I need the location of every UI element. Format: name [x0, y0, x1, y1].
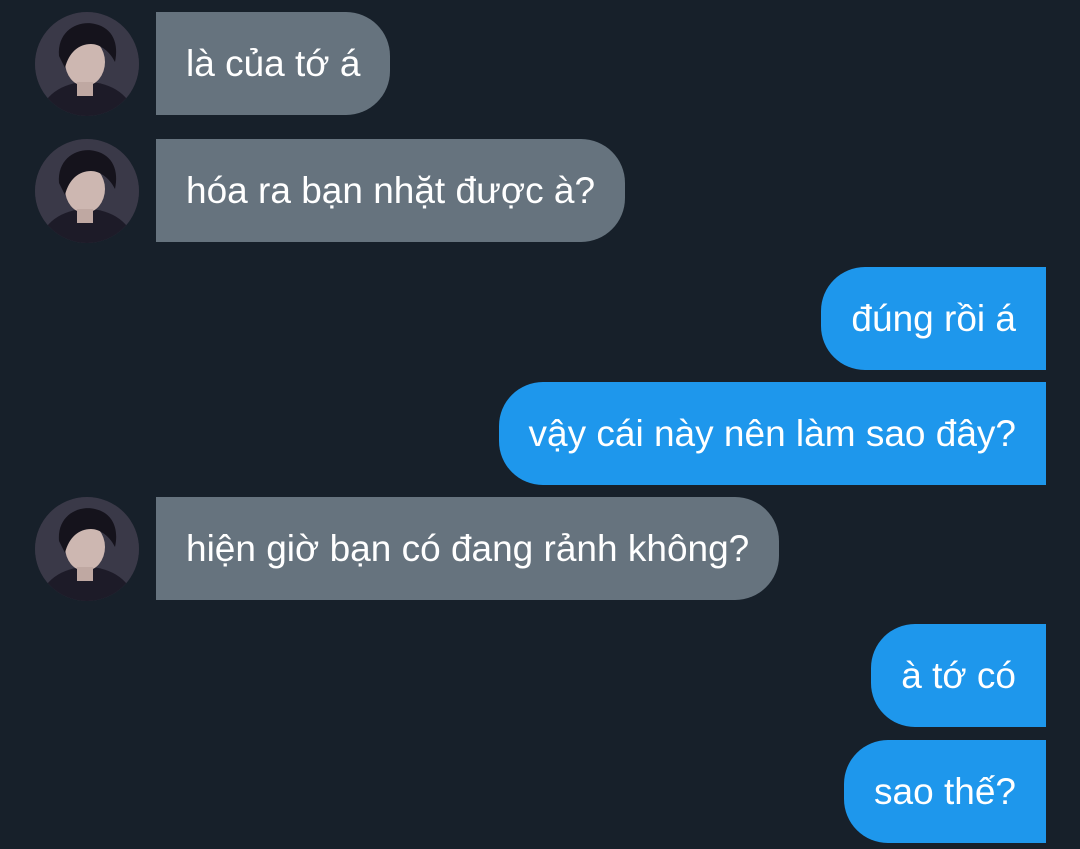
message-bubble-outgoing[interactable]: sao thế? — [844, 740, 1046, 843]
message-bubble-incoming[interactable]: hiện giờ bạn có đang rảnh không? — [156, 497, 780, 600]
contact-avatar[interactable] — [35, 497, 139, 601]
avatar-portrait — [35, 139, 139, 243]
avatar-portrait — [35, 12, 139, 116]
message-bubble-outgoing[interactable]: à tớ có — [871, 624, 1046, 727]
contact-avatar[interactable] — [35, 139, 139, 243]
message-bubble-incoming[interactable]: hóa ra bạn nhặt được à? — [156, 139, 626, 242]
contact-avatar[interactable] — [35, 12, 139, 116]
message-bubble-outgoing[interactable]: đúng rồi á — [821, 267, 1046, 370]
message-bubble-incoming[interactable]: là của tớ á — [156, 12, 391, 115]
chat-thread: là của tớ á hóa ra bạn nhặt được à? đúng… — [0, 0, 1080, 849]
message-bubble-outgoing[interactable]: vậy cái này nên làm sao đây? — [498, 382, 1046, 485]
avatar-portrait — [35, 497, 139, 601]
